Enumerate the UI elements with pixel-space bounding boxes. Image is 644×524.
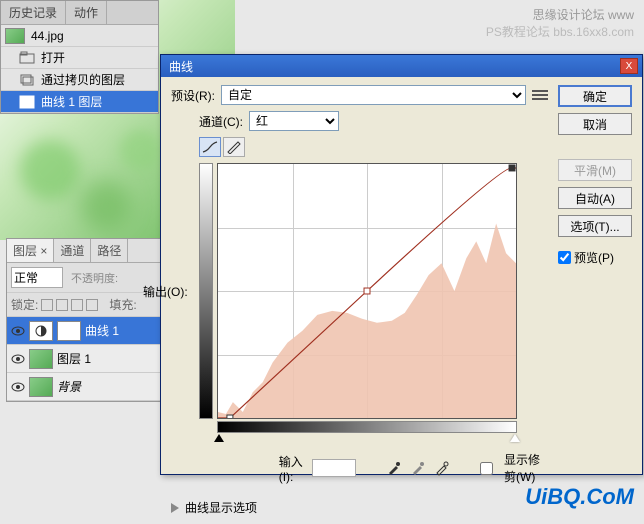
visibility-icon[interactable] xyxy=(11,352,25,366)
layer-thumb xyxy=(29,349,53,369)
show-clipping-checkbox[interactable]: 显示修剪(W) xyxy=(472,451,548,485)
preview-checkbox[interactable]: 预览(P) xyxy=(558,249,632,266)
black-point-slider[interactable] xyxy=(214,434,224,442)
tab-paths[interactable]: 路径 xyxy=(91,239,128,262)
auto-button[interactable]: 自动(A) xyxy=(558,187,632,209)
close-button[interactable]: X xyxy=(620,58,638,74)
history-item[interactable]: ▸ 曲线 1 图层 xyxy=(1,91,158,113)
watermark: 思缘设计论坛 www PS教程论坛 bbs.16xx8.com xyxy=(486,6,634,40)
adjustment-thumb xyxy=(29,321,53,341)
visibility-icon[interactable] xyxy=(11,324,25,338)
curves-dialog: 曲线 X 预设(R): 自定 通道(C): 红 输出(O): xyxy=(160,54,643,475)
history-file-row[interactable]: 44.jpg xyxy=(1,25,158,47)
layer-thumb xyxy=(29,377,53,397)
tab-actions[interactable]: 动作 xyxy=(66,1,107,24)
history-panel: 历史记录 动作 44.jpg 打开 通过拷贝的图层 ▸ 曲线 1 图层 xyxy=(0,0,159,114)
ok-button[interactable]: 确定 xyxy=(558,85,632,107)
lock-position-icon[interactable] xyxy=(71,299,83,311)
mask-thumb xyxy=(57,321,81,341)
opacity-label: 不透明度: xyxy=(71,270,118,286)
open-icon xyxy=(19,51,35,65)
history-item-label: 打开 xyxy=(41,49,65,66)
layer-item[interactable]: 图层 1 xyxy=(7,345,160,373)
preset-menu-icon[interactable] xyxy=(532,88,548,102)
visibility-icon[interactable] xyxy=(11,380,25,394)
curve-line[interactable] xyxy=(218,164,516,418)
expand-arrow-icon xyxy=(171,503,179,513)
eyedropper-white-icon[interactable] xyxy=(432,459,452,477)
tab-history[interactable]: 历史记录 xyxy=(1,1,66,24)
file-name: 44.jpg xyxy=(31,29,64,43)
history-indicator-icon: ▸ xyxy=(5,95,19,109)
curve-point-tool[interactable] xyxy=(199,137,221,157)
eyedropper-gray-icon[interactable] xyxy=(408,459,428,477)
lock-label: 锁定: xyxy=(11,296,38,313)
eyedropper-black-icon[interactable] xyxy=(384,459,404,477)
white-point-slider[interactable] xyxy=(510,434,520,442)
preset-label: 预设(R): xyxy=(171,87,215,104)
dialog-titlebar[interactable]: 曲线 X xyxy=(161,55,642,77)
layer-name: 图层 1 xyxy=(57,350,91,367)
history-item-label: 曲线 1 图层 xyxy=(41,93,102,110)
fill-label: 填充: xyxy=(109,296,136,313)
tab-channels[interactable]: 通道 xyxy=(54,239,91,262)
output-ramp xyxy=(199,163,213,419)
layers-panel: 图层 × 通道 路径 正常 不透明度: 锁定: 填充: 曲线 1 图层 1 背景 xyxy=(6,238,161,402)
lock-all-icon[interactable] xyxy=(86,299,98,311)
output-axis-label: 输出(O): xyxy=(143,283,188,300)
cancel-button[interactable]: 取消 xyxy=(558,113,632,135)
file-thumb xyxy=(5,28,25,44)
input-ramp[interactable] xyxy=(217,421,517,433)
uibq-watermark: UiBQ.CoM xyxy=(525,484,634,510)
layer-name: 背景 xyxy=(57,378,81,395)
dialog-title: 曲线 xyxy=(165,58,193,75)
curve-pencil-tool[interactable] xyxy=(223,137,245,157)
curve-grid[interactable] xyxy=(217,163,517,419)
curves-layer-icon xyxy=(19,95,35,109)
layer-item-curves[interactable]: 曲线 1 xyxy=(7,317,160,345)
lock-transparency-icon[interactable] xyxy=(41,299,53,311)
history-item[interactable]: 通过拷贝的图层 xyxy=(1,69,158,91)
layer-name: 曲线 1 xyxy=(85,322,119,339)
channel-select[interactable]: 红 xyxy=(249,111,339,131)
options-button[interactable]: 选项(T)... xyxy=(558,215,632,237)
history-item[interactable]: 打开 xyxy=(1,47,158,69)
lock-pixels-icon[interactable] xyxy=(56,299,68,311)
preset-select[interactable]: 自定 xyxy=(221,85,526,105)
channel-label: 通道(C): xyxy=(199,113,243,130)
history-item-label: 通过拷贝的图层 xyxy=(41,71,125,88)
input-axis-label: 输入(I): xyxy=(279,453,305,484)
input-value-field[interactable] xyxy=(312,459,356,477)
history-tabs: 历史记录 动作 xyxy=(1,1,158,25)
curve-display-options-toggle[interactable]: 曲线显示选项 xyxy=(171,499,548,516)
blend-mode-select[interactable]: 正常 xyxy=(11,267,63,288)
smooth-button: 平滑(M) xyxy=(558,159,632,181)
layer-item-background[interactable]: 背景 xyxy=(7,373,160,401)
layer-copy-icon xyxy=(19,73,35,87)
tab-layers[interactable]: 图层 × xyxy=(7,239,54,262)
